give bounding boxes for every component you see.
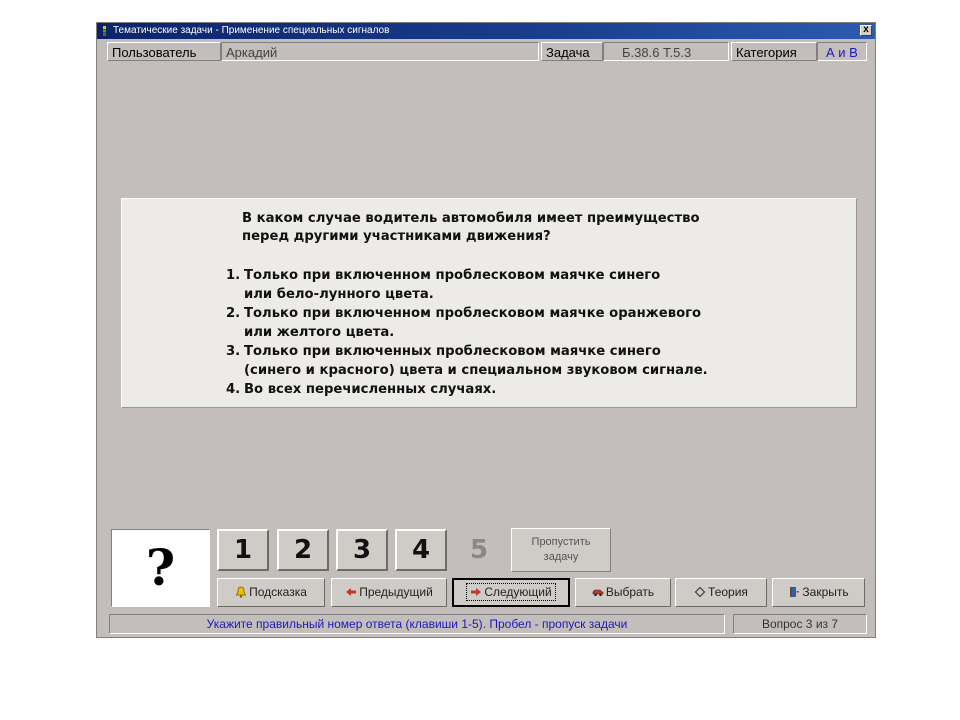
task-label: Задача <box>541 42 603 61</box>
theory-button[interactable]: Теория <box>675 578 767 607</box>
question-panel: В каком случае водитель автомобиля имеет… <box>121 198 857 408</box>
arrow-left-icon <box>346 588 357 596</box>
question-counter: Вопрос 3 из 7 <box>733 614 867 634</box>
category-label: Категория <box>731 42 817 61</box>
status-message: Укажите правильный номер ответа (клавиши… <box>109 614 725 634</box>
question-text: В каком случае водитель автомобиля имеет… <box>242 211 700 244</box>
app-window: Тематические задачи - Применение специал… <box>96 22 876 638</box>
answer-item: 4. Во всех перечисленных случаях. <box>226 380 826 399</box>
status-bar: Укажите правильный номер ответа (клавиши… <box>97 612 875 637</box>
user-value: Аркадий <box>221 42 539 61</box>
answer-indicator: ? <box>111 529 210 607</box>
previous-button[interactable]: Предыдущий <box>331 578 447 607</box>
window-title: Тематические задачи - Применение специал… <box>113 25 390 36</box>
answer-number: 4. <box>226 382 241 397</box>
next-button[interactable]: Следующий <box>452 578 570 607</box>
title-bar: Тематические задачи - Применение специал… <box>97 23 875 39</box>
answer-list: 1. Только при включенном проблесковом мая… <box>226 266 826 399</box>
answer-button-3[interactable]: 3 <box>336 529 388 571</box>
answer-text: Во всех перечисленных случаях. <box>244 382 497 397</box>
answer-text: Только при включенном проблесковом маячк… <box>244 268 661 302</box>
hint-label: Подсказка <box>249 585 307 599</box>
task-value: Б.38.6 Т.5.3 <box>603 42 729 61</box>
theory-label: Теория <box>708 585 748 599</box>
answer-item: 1. Только при включенном проблесковом мая… <box>226 266 826 304</box>
app-icon <box>103 26 106 36</box>
arrow-right-icon <box>471 588 482 596</box>
skip-task-button[interactable]: Пропустить задачу <box>511 528 611 572</box>
close-label: Закрыть <box>802 585 849 599</box>
door-exit-icon <box>790 587 800 597</box>
next-label: Следующий <box>484 585 552 599</box>
answer-button-2[interactable]: 2 <box>277 529 329 571</box>
answer-button-5: 5 <box>469 535 489 565</box>
bell-icon <box>235 586 247 598</box>
answer-item: 3. Только при включенных проблесковом мая… <box>226 342 826 380</box>
answer-text: Только при включенных проблесковом маячк… <box>244 344 708 378</box>
select-label: Выбрать <box>605 585 655 599</box>
car-icon <box>592 589 604 597</box>
info-bar: Пользователь Аркадий Задача Б.38.6 Т.5.3… <box>97 40 875 62</box>
answer-number: 3. <box>226 344 241 359</box>
previous-label: Предыдущий <box>359 585 433 599</box>
user-label: Пользователь <box>107 42 221 61</box>
close-window-button[interactable]: x <box>860 25 872 36</box>
answer-number: 2. <box>226 306 241 321</box>
next-button-focus: Следующий <box>466 583 556 601</box>
select-button[interactable]: Выбрать <box>575 578 671 607</box>
answer-number: 1. <box>226 268 241 283</box>
close-button[interactable]: Закрыть <box>772 578 865 607</box>
answer-button-1[interactable]: 1 <box>217 529 269 571</box>
answer-item: 2. Только при включенном проблесковом мая… <box>226 304 826 342</box>
answer-button-4[interactable]: 4 <box>395 529 447 571</box>
diamond-icon <box>694 586 706 598</box>
hint-button[interactable]: Подсказка <box>217 578 325 607</box>
answer-text: Только при включенном проблесковом маячк… <box>244 306 702 340</box>
category-value: А и В <box>817 42 867 61</box>
